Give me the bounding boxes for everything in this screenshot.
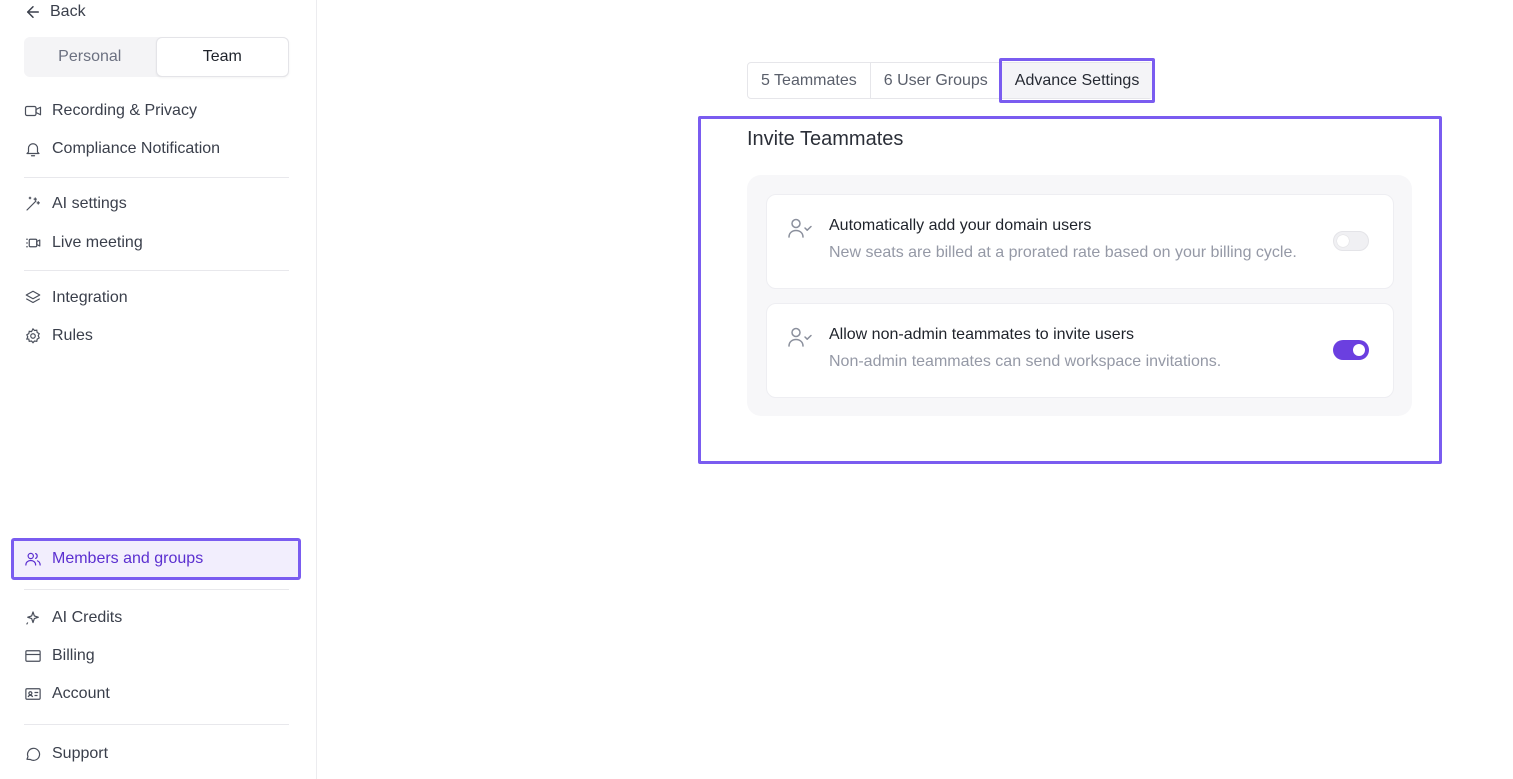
sidebar: Back Personal Team Recording & Privacy C…	[0, 0, 317, 779]
arrow-left-icon	[27, 6, 39, 18]
credit-card-icon	[25, 650, 41, 662]
divider	[24, 724, 289, 725]
sidebar-item-label: AI settings	[52, 195, 127, 212]
id-card-icon	[25, 688, 41, 700]
setting-row-allow-invite: Allow non-admin teammates to invite user…	[766, 303, 1394, 398]
sidebar-item-integration[interactable]: Integration	[24, 285, 128, 311]
setting-description: New seats are billed at a prorated rate …	[829, 244, 1297, 261]
gear-icon	[25, 327, 40, 344]
user-check-icon	[788, 327, 812, 347]
tab-bar: 5 Teammates 6 User Groups Advance Settin…	[747, 58, 1155, 103]
sidebar-item-members[interactable]: Members and groups	[11, 538, 301, 580]
toggle-knob	[1353, 344, 1365, 356]
sidebar-item-billing[interactable]: Billing	[24, 643, 95, 669]
sidebar-item-rules[interactable]: Rules	[24, 323, 93, 349]
divider	[24, 177, 289, 178]
divider	[24, 589, 289, 590]
sidebar-item-label: Support	[52, 745, 109, 762]
setting-description: Non-admin teammates can send workspace i…	[829, 353, 1222, 370]
sidebar-item-recording[interactable]: Recording & Privacy	[24, 98, 197, 124]
live-video-icon	[26, 238, 41, 248]
video-camera-icon	[24, 105, 42, 117]
sidebar-item-compliance[interactable]: Compliance Notification	[24, 136, 220, 162]
back-label: Back	[50, 3, 86, 20]
setting-title: Automatically add your domain users	[829, 217, 1092, 234]
tab-teammates[interactable]: 5 Teammates	[748, 63, 871, 98]
tab-advance-settings[interactable]: Advance Settings	[998, 58, 1155, 103]
divider	[24, 270, 289, 271]
back-button[interactable]: Back	[24, 1, 86, 23]
sidebar-item-support[interactable]: Support	[24, 741, 108, 767]
sparkle-icon	[26, 611, 39, 625]
scope-switch: Personal Team	[24, 37, 289, 77]
sidebar-item-label: Live meeting	[52, 234, 143, 251]
sidebar-item-live-meeting[interactable]: Live meeting	[24, 230, 143, 256]
bell-icon	[26, 143, 40, 157]
allow-invite-toggle[interactable]	[1333, 340, 1369, 360]
sidebar-item-label: Compliance Notification	[52, 140, 221, 157]
segment-personal[interactable]: Personal	[24, 37, 156, 77]
sidebar-item-label: Recording & Privacy	[52, 102, 197, 119]
setting-title: Allow non-admin teammates to invite user…	[829, 326, 1135, 343]
auto-add-toggle[interactable]	[1333, 231, 1369, 251]
tab-user-groups[interactable]: 6 User Groups	[871, 63, 1002, 98]
section-title: Invite Teammates	[747, 128, 904, 150]
users-icon	[25, 552, 41, 566]
chat-bubble-icon	[26, 747, 41, 761]
magic-wand-icon	[26, 196, 40, 211]
sidebar-item-label: Members and groups	[52, 550, 204, 567]
sidebar-item-label: Integration	[52, 289, 128, 306]
setting-row-auto-add: Automatically add your domain users New …	[766, 194, 1394, 289]
sidebar-item-label: Account	[52, 685, 110, 702]
sidebar-item-label: AI Credits	[52, 609, 123, 626]
sidebar-item-label: Billing	[52, 647, 95, 664]
segment-team[interactable]: Team	[155, 37, 289, 77]
layers-icon	[25, 290, 41, 304]
sidebar-item-ai-settings[interactable]: AI settings	[24, 191, 127, 217]
toggle-knob	[1337, 235, 1349, 247]
sidebar-item-label: Rules	[52, 327, 93, 344]
sidebar-item-account[interactable]: Account	[24, 681, 110, 707]
sidebar-item-ai-credits[interactable]: AI Credits	[24, 605, 122, 631]
user-check-icon	[788, 218, 812, 238]
